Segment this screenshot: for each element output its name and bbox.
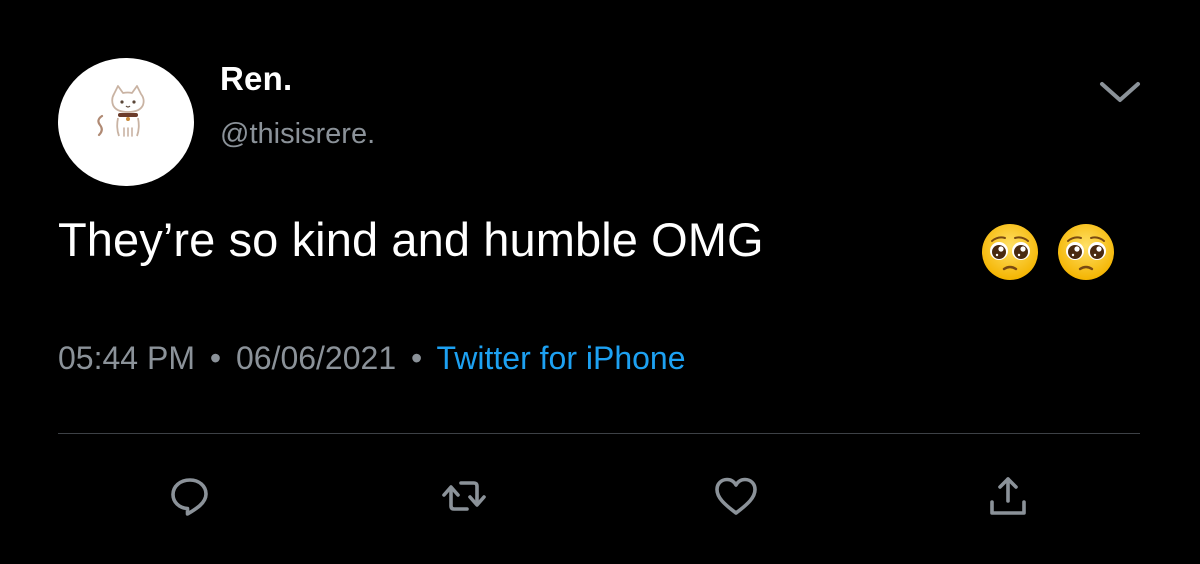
- cat-avatar-icon: [97, 85, 145, 137]
- tweet-source-link[interactable]: Twitter for iPhone: [437, 340, 686, 376]
- tweet-time: 05:44 PM: [58, 340, 195, 376]
- divider: [58, 433, 1140, 434]
- pleading-face-emoji: [982, 224, 1038, 280]
- reply-button[interactable]: [166, 472, 214, 520]
- meta-separator: •: [411, 340, 423, 376]
- share-icon: [990, 477, 1026, 515]
- retweet-button[interactable]: [440, 472, 488, 520]
- tweet-menu-button[interactable]: [1096, 74, 1144, 110]
- share-button[interactable]: [984, 472, 1032, 520]
- meta-separator: •: [209, 340, 222, 376]
- user-handle[interactable]: @thisisrere.: [220, 118, 375, 151]
- tweet-meta: 05:44 PM • 06/06/2021 • Twitter for iPho…: [58, 340, 686, 377]
- heart-icon: [715, 477, 757, 515]
- tweet-text: They’re so kind and humble OMG: [58, 213, 764, 266]
- like-button[interactable]: [712, 472, 760, 520]
- pleading-face-emoji: [1058, 224, 1114, 280]
- tweet-date: 06/06/2021: [235, 340, 397, 376]
- reply-icon: [171, 478, 208, 516]
- tweet-card: Ren. @thisisrere. They’re so kind and hu…: [0, 0, 1200, 564]
- avatar[interactable]: [58, 58, 194, 186]
- chevron-down-icon: [1100, 82, 1140, 102]
- display-name[interactable]: Ren.: [220, 60, 292, 98]
- retweet-icon: [442, 481, 486, 511]
